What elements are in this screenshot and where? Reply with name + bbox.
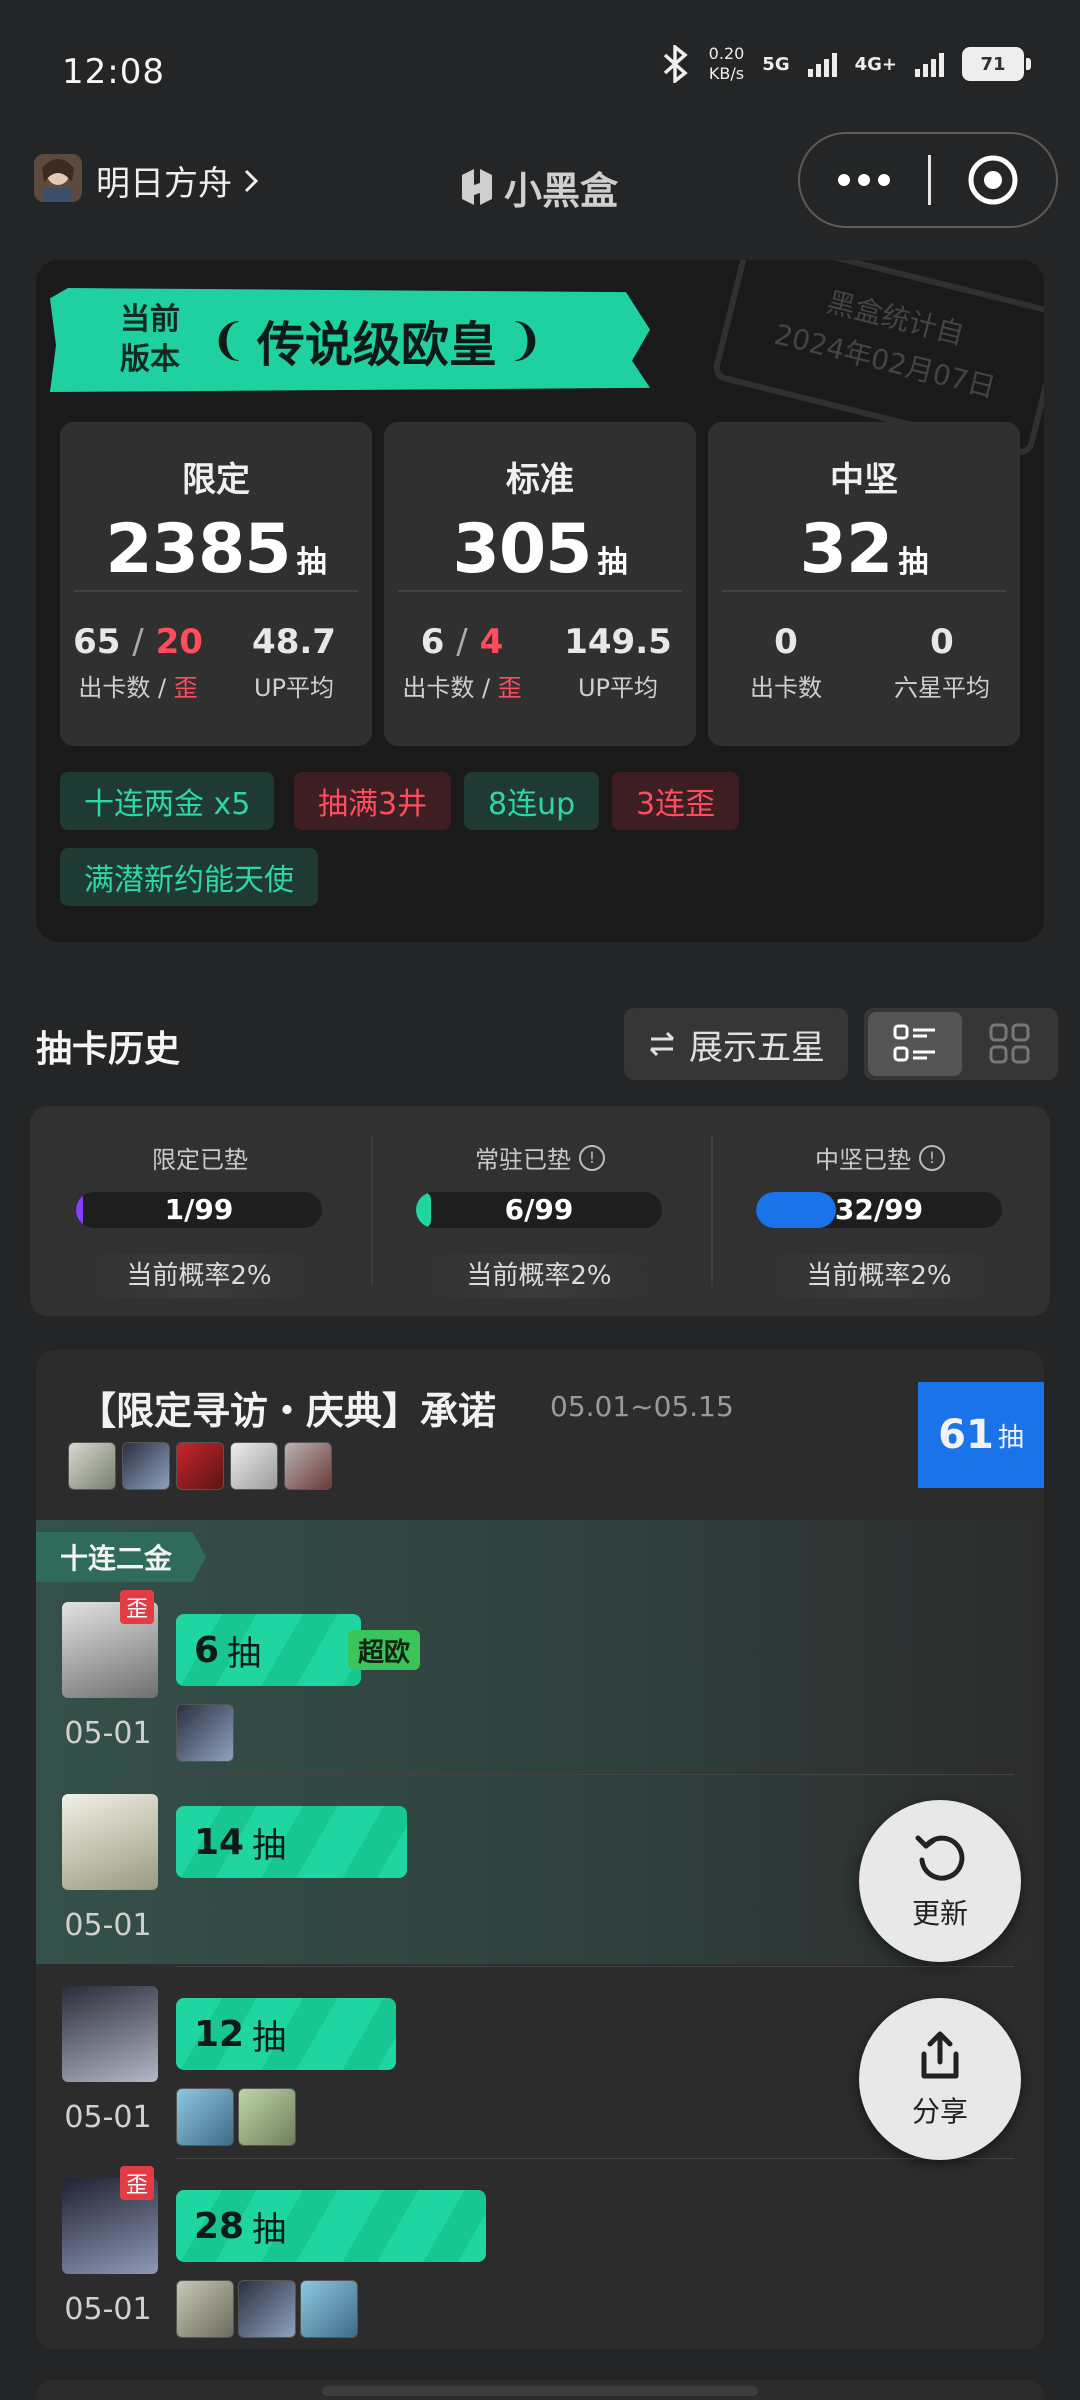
signal-icon bbox=[915, 51, 944, 77]
stat-card-core: 中坚 32 抽 0 出卡数 0 六星平均 bbox=[708, 422, 1020, 746]
game-name: 明日方舟 bbox=[96, 164, 232, 204]
rank-banner: 当前 版本 ❨ 传说级欧皇 ❩ bbox=[50, 288, 650, 392]
status-bar: 12:08 0.20 KB/s 5G 4G+ 71 bbox=[0, 0, 1080, 130]
game-selector[interactable]: 明日方舟 bbox=[96, 156, 260, 205]
battery-icon: 71 bbox=[962, 47, 1031, 81]
bluetooth-icon bbox=[663, 45, 688, 83]
app-logo-text: 小黑盒 bbox=[504, 169, 619, 213]
stat-card-limited: 限定 2385 抽 65 / 20 出卡数 / 歪 48.7 UP平均 bbox=[60, 422, 372, 746]
more-icon[interactable] bbox=[800, 174, 928, 186]
pool-title: 【限定寻访・庆典】承诺 bbox=[78, 1389, 497, 1433]
operator-avatar bbox=[62, 1794, 158, 1890]
operator-thumb bbox=[176, 1442, 224, 1490]
pity-standard: 常驻已垫! 6/99 当前概率2% bbox=[370, 1106, 710, 1316]
summary-card: 黑盒统计自 2024年02月07日 当前 版本 ❨ 传说级欧皇 ❩ 限定 238… bbox=[36, 260, 1044, 942]
operator-thumb bbox=[230, 1442, 278, 1490]
achievement-tag: 满潜新约能天使 bbox=[60, 848, 318, 906]
operator-avatar bbox=[62, 1986, 158, 2082]
list-view-icon[interactable] bbox=[868, 1012, 962, 1076]
operator-thumb bbox=[300, 2280, 358, 2338]
pull-count-pill: 28 抽 bbox=[176, 2190, 486, 2262]
achievement-tag: 十连两金 x5 bbox=[60, 772, 275, 830]
pool-operators bbox=[68, 1442, 332, 1490]
miniprogram-capsule bbox=[798, 132, 1058, 228]
network-speed: 0.20 KB/s bbox=[708, 44, 745, 83]
pull-row[interactable]: 歪 05-01 6抽 超欧 bbox=[36, 1590, 1044, 1782]
achievement-tag: 抽满3井 bbox=[294, 772, 452, 830]
achievement-tag: 3连歪 bbox=[612, 772, 740, 830]
version-label: 当前 版本 bbox=[120, 302, 180, 377]
game-avatar[interactable] bbox=[34, 154, 82, 202]
share-button[interactable]: 分享 bbox=[859, 1998, 1021, 2160]
operator-thumb bbox=[176, 2088, 234, 2146]
achievement-tag: 8连up bbox=[464, 772, 600, 830]
operator-thumb bbox=[176, 2280, 234, 2338]
info-icon[interactable]: ! bbox=[579, 1144, 605, 1171]
pity-progress-bar: 32/99 bbox=[756, 1192, 1002, 1228]
operator-thumb bbox=[122, 1442, 170, 1490]
pity-progress-bar: 6/99 bbox=[416, 1192, 662, 1228]
pity-progress-bar: 1/99 bbox=[76, 1192, 322, 1228]
pull-row[interactable]: 歪 05-01 28 抽 bbox=[36, 2166, 1044, 2350]
pool-date-range: 05.01~05.15 bbox=[550, 1390, 734, 1423]
pity-core: 中坚已垫! 32/99 当前概率2% bbox=[710, 1106, 1050, 1316]
operator-thumb bbox=[238, 2088, 296, 2146]
stat-card-standard: 标准 305 抽 6 / 4 出卡数 / 歪 149.5 UP平均 bbox=[384, 422, 696, 746]
status-icons: 0.20 KB/s 5G 4G+ 71 bbox=[661, 44, 1031, 84]
off-banner-badge: 歪 bbox=[120, 2166, 154, 2200]
grid-view-icon[interactable] bbox=[966, 1008, 1054, 1080]
chevron-right-icon bbox=[244, 169, 259, 192]
close-target-icon[interactable] bbox=[931, 152, 1056, 208]
home-indicator[interactable] bbox=[322, 2386, 758, 2396]
app-logo: 小黑盒 bbox=[456, 160, 618, 215]
pull-count-pill: 6抽 bbox=[176, 1614, 362, 1686]
pity-limited: 限定已垫 1/99 当前概率2% bbox=[30, 1106, 370, 1316]
net-4g-label: 4G+ bbox=[854, 53, 897, 75]
pull-count-pill: 14 抽 bbox=[176, 1806, 407, 1878]
laurel-left-icon: ❨ bbox=[210, 314, 247, 366]
view-switch bbox=[864, 1008, 1058, 1080]
heybox-logo-icon bbox=[462, 168, 492, 205]
operator-thumb bbox=[238, 2280, 296, 2338]
pull-count-pill: 12 抽 bbox=[176, 1998, 396, 2070]
refresh-icon bbox=[915, 1835, 965, 1881]
pool-count-badge: 61 抽 bbox=[918, 1382, 1044, 1488]
rank-title: ❨ 传说级欧皇 ❩ bbox=[210, 314, 544, 374]
toggle-five-star-button[interactable]: 展示五星 bbox=[624, 1008, 848, 1080]
info-icon[interactable]: ! bbox=[919, 1144, 945, 1171]
refresh-button[interactable]: 更新 bbox=[859, 1800, 1021, 1962]
operator-thumb bbox=[284, 1442, 332, 1490]
ten-pull-ribbon: 十连二金 bbox=[36, 1532, 207, 1582]
net-5g-label: 5G bbox=[762, 53, 790, 75]
operator-thumb bbox=[68, 1442, 116, 1490]
swap-icon bbox=[649, 1031, 675, 1057]
history-title: 抽卡历史 bbox=[36, 1029, 181, 1070]
signal-icon bbox=[807, 51, 837, 77]
off-banner-badge: 歪 bbox=[120, 1590, 154, 1624]
pity-card: 限定已垫 1/99 当前概率2% 常驻已垫! 6/99 当前概率2% 中坚已垫!… bbox=[30, 1106, 1050, 1316]
laurel-right-icon: ❩ bbox=[506, 314, 544, 366]
operator-thumb bbox=[176, 1704, 234, 1762]
lucky-badge: 超欧 bbox=[348, 1630, 421, 1670]
clock: 12:08 bbox=[62, 52, 165, 92]
share-icon bbox=[921, 2031, 959, 2079]
